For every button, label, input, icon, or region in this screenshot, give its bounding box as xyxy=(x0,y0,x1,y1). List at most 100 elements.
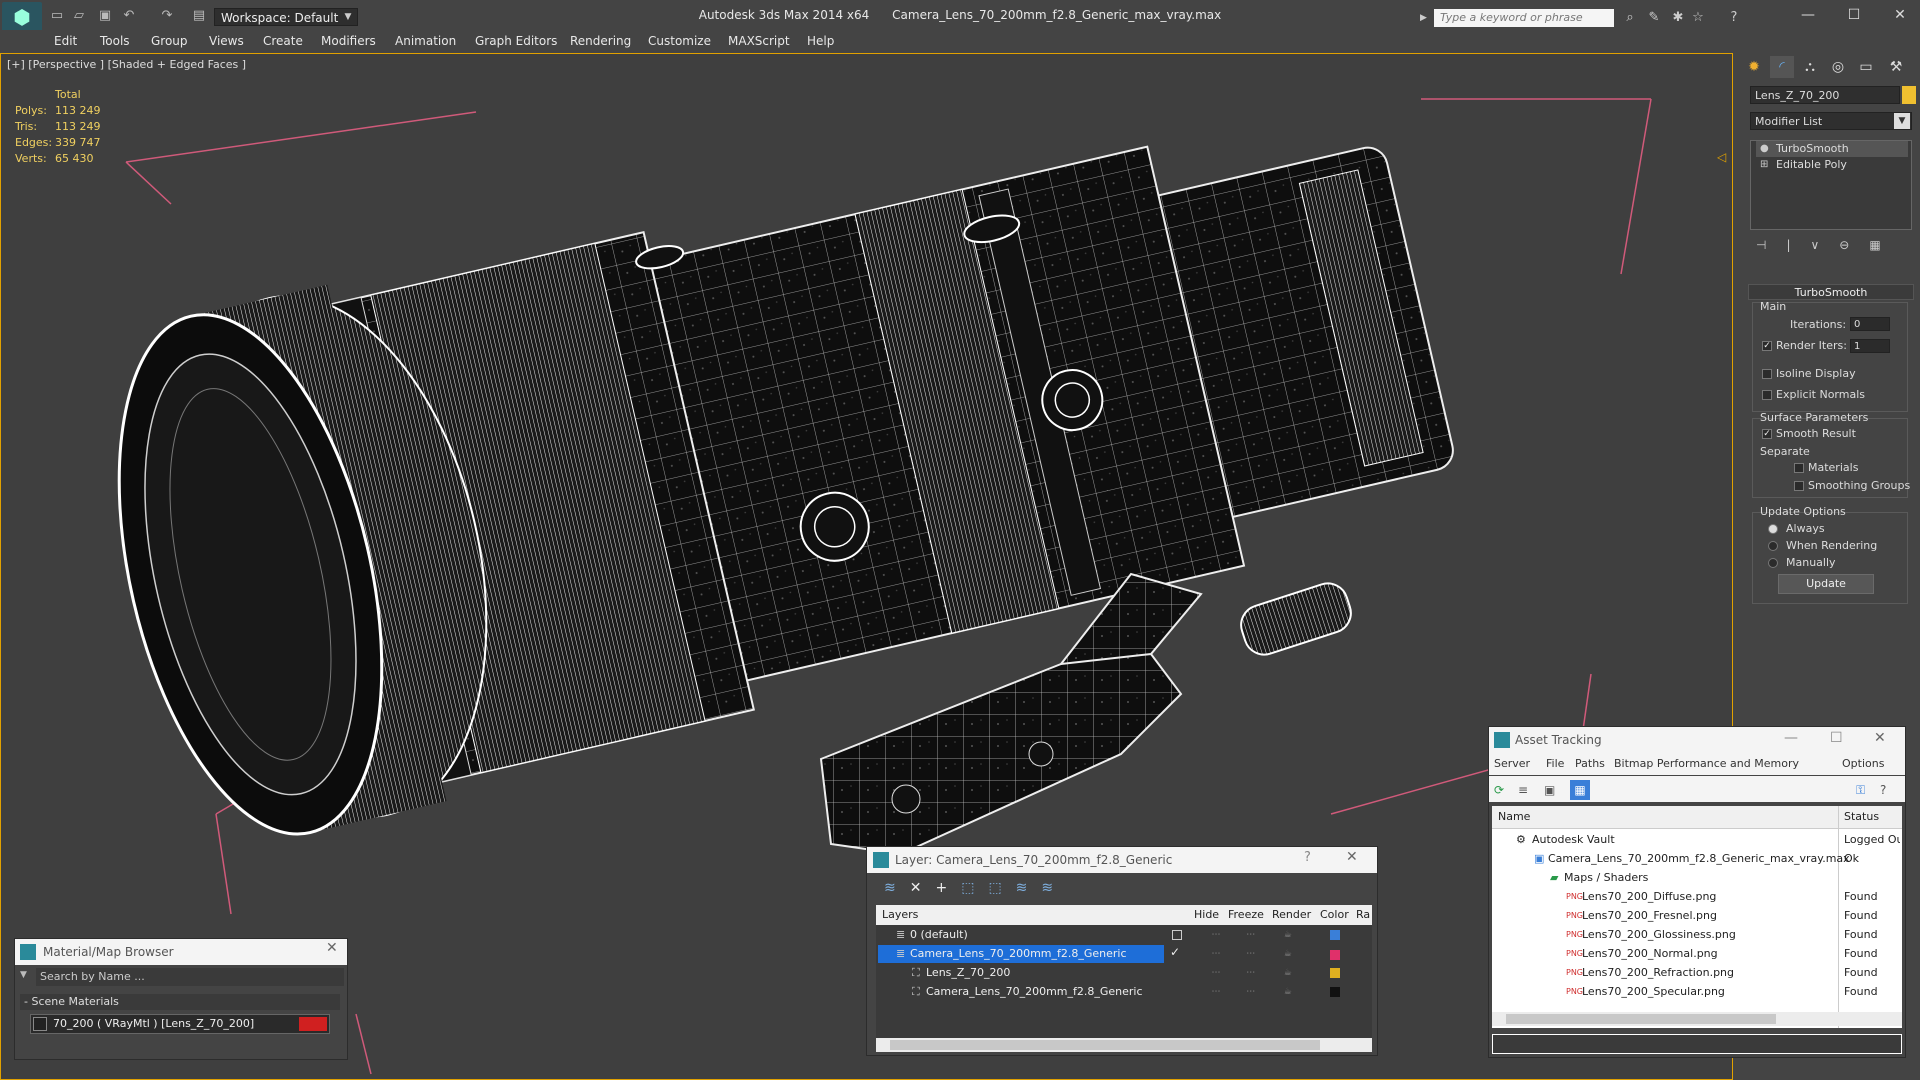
subscription-icon[interactable]: ✎ xyxy=(1644,9,1664,27)
render-iters-checkbox[interactable]: ✓ xyxy=(1762,341,1772,351)
isoline-display-checkbox[interactable] xyxy=(1762,369,1772,379)
asset-menu-bitmap[interactable]: Bitmap Performance and Memory xyxy=(1614,755,1799,773)
redo-icon[interactable]: ↷ xyxy=(158,8,176,24)
help-icon[interactable]: ? xyxy=(1724,9,1744,27)
stack-item-editable-poly[interactable]: ⊞ Editable Poly xyxy=(1756,157,1908,173)
asset-row-name[interactable]: Lens70_200_Specular.png xyxy=(1582,983,1725,1001)
binoculars-icon[interactable]: ⌕ xyxy=(1620,9,1640,27)
asset-tracking-title[interactable]: Asset Tracking xyxy=(1489,727,1905,753)
menu-views[interactable]: Views xyxy=(209,32,244,50)
menu-customize[interactable]: Customize xyxy=(648,32,711,50)
search-expand-icon[interactable]: ▶ xyxy=(1420,9,1430,27)
chevron-down-icon[interactable]: ▼ xyxy=(1894,113,1910,129)
close-button[interactable]: ✕ xyxy=(1877,0,1920,30)
make-unique-icon[interactable]: ∨ xyxy=(1811,238,1840,252)
select-objects-icon[interactable]: ⬚ xyxy=(961,880,988,896)
when-rendering-radio[interactable] xyxy=(1768,541,1778,551)
object-name-field[interactable]: Lens_Z_70_200 xyxy=(1750,86,1900,104)
hierarchy-tab-icon[interactable]: ⛬ xyxy=(1798,56,1822,78)
search-input[interactable]: Type a keyword or phrase xyxy=(1434,9,1614,27)
layer-toggles-row[interactable]: ⋯ ⋯ ☕ xyxy=(1200,983,1340,1002)
workspace-dropdown[interactable]: Workspace: Default xyxy=(214,8,358,26)
smooth-result-checkbox[interactable]: ✓ xyxy=(1762,429,1772,439)
communication-icon[interactable]: ✱ xyxy=(1668,9,1688,27)
close-icon[interactable]: ✕ xyxy=(326,940,338,956)
layer-horizontal-scrollbar[interactable] xyxy=(876,1038,1372,1052)
column-name[interactable]: Name xyxy=(1498,808,1530,826)
asset-row-name[interactable]: Camera_Lens_70_200mm_f2.8_Generic_max_vr… xyxy=(1548,850,1850,868)
menu-rendering[interactable]: Rendering xyxy=(570,32,631,50)
layer-panel-title[interactable]: Layer: Camera_Lens_70_200mm_f2.8_Generic xyxy=(867,847,1377,873)
new-layer-icon[interactable]: ≋ xyxy=(884,880,910,896)
remove-modifier-icon[interactable]: ⊖ xyxy=(1839,238,1869,252)
column-color[interactable]: Color xyxy=(1320,906,1349,924)
asset-menu-server[interactable]: Server xyxy=(1494,755,1530,773)
favorites-star-icon[interactable]: ☆ xyxy=(1688,9,1708,27)
layer-toggles-row[interactable]: ⋯ ⋯ ☕ xyxy=(1200,926,1340,945)
pin-stack-icon[interactable]: ⊣ xyxy=(1756,238,1786,252)
active-layer-check-icon[interactable]: ✓ xyxy=(1170,945,1180,959)
asset-row-name[interactable]: Lens70_200_Fresnel.png xyxy=(1582,907,1717,925)
vault-connect-icon[interactable]: ⚿ xyxy=(1856,782,1872,798)
always-radio[interactable] xyxy=(1768,524,1778,534)
column-radiosity[interactable]: Ra xyxy=(1356,906,1370,924)
asset-row-name[interactable]: Lens70_200_Normal.png xyxy=(1582,945,1718,963)
layer-row-selected[interactable]: ≣ Camera_Lens_70_200mm_f2.8_Generic xyxy=(878,945,1164,963)
asset-path-field[interactable] xyxy=(1492,1034,1902,1054)
object-color-swatch[interactable] xyxy=(1902,86,1916,104)
asset-row-name[interactable]: Autodesk Vault xyxy=(1532,831,1615,849)
materials-checkbox[interactable] xyxy=(1794,463,1804,473)
new-file-icon[interactable]: ▭ xyxy=(48,8,66,24)
create-tab-icon[interactable]: ✹ xyxy=(1742,56,1766,78)
asset-menu-paths[interactable]: Paths xyxy=(1575,755,1605,773)
menu-animation[interactable]: Animation xyxy=(395,32,456,50)
minimize-button[interactable]: — xyxy=(1784,730,1798,746)
add-to-layer-icon[interactable]: + xyxy=(935,880,961,896)
close-icon[interactable]: ✕ xyxy=(1346,849,1358,865)
menu-group[interactable]: Group xyxy=(151,32,188,50)
iterations-spinner[interactable]: 0 xyxy=(1850,317,1890,331)
asset-row-name[interactable]: Maps / Shaders xyxy=(1564,869,1648,887)
display-tab-icon[interactable]: ▭ xyxy=(1854,56,1878,78)
column-render[interactable]: Render xyxy=(1272,906,1311,924)
menu-help[interactable]: Help xyxy=(807,32,834,50)
motion-tab-icon[interactable]: ◎ xyxy=(1826,56,1850,78)
asset-horizontal-scrollbar[interactable] xyxy=(1492,1012,1902,1026)
highlight-icon[interactable]: ⬚ xyxy=(988,880,1015,896)
rollout-turbosmooth-title[interactable]: TurboSmooth xyxy=(1748,284,1914,300)
chevron-down-icon[interactable]: ▼ xyxy=(20,970,27,980)
layer-toggles-row[interactable]: ⋯ ⋯ ☕ xyxy=(1200,964,1340,983)
scrollbar-thumb[interactable] xyxy=(890,1040,1320,1050)
menu-create[interactable]: Create xyxy=(263,32,303,50)
expand-plus-icon[interactable]: ⊞ xyxy=(1760,157,1768,173)
thumbnail-view-icon[interactable]: ▣ xyxy=(1544,782,1560,798)
delete-layer-icon[interactable]: ✕ xyxy=(910,880,936,896)
chevron-down-icon[interactable]: ▼ xyxy=(340,9,356,25)
maximize-button[interactable]: ☐ xyxy=(1831,0,1877,30)
column-status[interactable]: Status xyxy=(1844,808,1879,826)
manually-radio[interactable] xyxy=(1768,558,1778,568)
explicit-normals-checkbox[interactable] xyxy=(1762,390,1772,400)
asset-row-name[interactable]: Lens70_200_Refraction.png xyxy=(1582,964,1734,982)
current-layer-icon[interactable] xyxy=(1172,930,1182,940)
material-item[interactable]: 70_200 ( VRayMtl ) [Lens_Z_70_200] xyxy=(30,1014,330,1034)
utilities-tab-icon[interactable]: ⚒ xyxy=(1884,56,1908,78)
maximize-button[interactable]: ☐ xyxy=(1830,730,1843,746)
list-view-icon[interactable]: ≡ xyxy=(1518,782,1534,798)
hide-all-icon[interactable]: ≋ xyxy=(1016,880,1042,896)
freeze-all-icon[interactable]: ≋ xyxy=(1041,880,1067,896)
column-divider[interactable] xyxy=(1838,806,1839,1028)
table-view-icon[interactable]: ▦ xyxy=(1570,780,1590,800)
update-button[interactable]: Update xyxy=(1778,574,1874,594)
menu-graph-editors[interactable]: Graph Editors xyxy=(475,32,557,50)
help-icon[interactable]: ? xyxy=(1304,850,1311,865)
column-freeze[interactable]: Freeze xyxy=(1228,906,1264,924)
asset-menu-options[interactable]: Options xyxy=(1842,755,1884,773)
asset-menu-file[interactable]: File xyxy=(1546,755,1564,773)
modify-tab-icon[interactable]: ◜ xyxy=(1770,56,1794,78)
minimize-button[interactable]: — xyxy=(1785,0,1831,30)
scrollbar-thumb[interactable] xyxy=(1506,1014,1776,1024)
column-hide[interactable]: Hide xyxy=(1194,906,1219,924)
scene-materials-header[interactable]: - Scene Materials xyxy=(20,994,340,1010)
asset-row-name[interactable]: Lens70_200_Diffuse.png xyxy=(1582,888,1716,906)
